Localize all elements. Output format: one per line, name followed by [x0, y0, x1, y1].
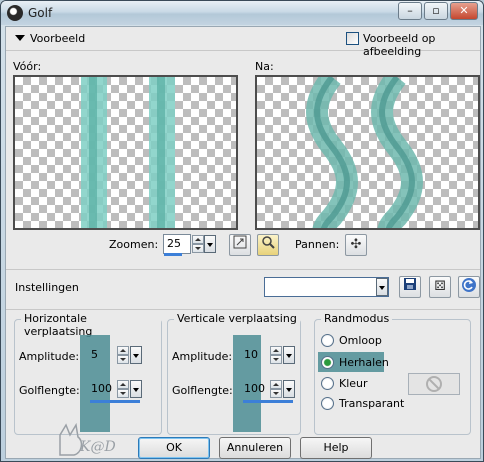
zoom-stepper[interactable] — [192, 235, 204, 253]
edge-mode-label-transparant[interactable]: Transparant — [339, 397, 404, 410]
after-waves — [306, 77, 423, 228]
divider — [6, 269, 480, 270]
edge-mode-label-kleur[interactable]: Kleur — [339, 377, 368, 390]
before-preview-canvas[interactable] — [13, 75, 238, 230]
help-button[interactable]: Help — [300, 437, 372, 459]
after-label: Na: — [255, 60, 274, 73]
logo-text: K@D — [80, 439, 116, 455]
dialog-body: Voorbeeld Voorbeeld op afbeelding Vóór: … — [5, 26, 481, 459]
edge-mode-title: Randmodus — [321, 312, 393, 325]
zoom-fit-button[interactable] — [229, 234, 251, 256]
zoom-dropdown-button[interactable] — [204, 235, 216, 253]
save-settings-button[interactable] — [399, 276, 421, 298]
vertical-wavelength-bar — [243, 400, 293, 403]
horizontal-amplitude-label: Amplitude: — [19, 350, 80, 363]
cancel-button[interactable]: Annuleren — [219, 437, 291, 459]
vertical-amplitude-dropdown[interactable] — [283, 346, 295, 364]
zoom-fit-icon — [233, 235, 247, 249]
horizontal-wavelength-bar — [90, 400, 140, 403]
title-bar[interactable]: Golf – ▫ ✕ — [1, 1, 483, 25]
stripe — [157, 77, 165, 228]
preview-on-image-checkbox[interactable] — [346, 32, 359, 45]
edge-mode-radio-herhalen[interactable] — [321, 356, 334, 369]
edge-mode-radio-omloop[interactable] — [321, 334, 334, 347]
horizontal-wavelength-input[interactable]: 100 — [87, 379, 115, 399]
pan-button[interactable]: ✣ — [345, 234, 367, 256]
zoom-value: 25 — [167, 237, 181, 250]
settings-dropdown-button[interactable] — [376, 278, 388, 296]
horizontal-wavelength-stepper[interactable] — [117, 380, 129, 398]
save-icon — [404, 278, 416, 290]
before-label: Vóór: — [13, 60, 42, 73]
horizontal-wavelength-value: 100 — [91, 382, 112, 395]
randomize-button[interactable]: ⚄ — [429, 276, 451, 298]
vertical-wavelength-input[interactable]: 100 — [240, 379, 268, 399]
stripe — [89, 77, 97, 228]
vertical-amplitude-stepper[interactable] — [270, 346, 282, 364]
vertical-amplitude-input[interactable]: 10 — [240, 345, 268, 365]
move-icon: ✣ — [350, 237, 362, 252]
vertical-wavelength-stepper[interactable] — [270, 380, 282, 398]
horizontal-amplitude-dropdown[interactable] — [130, 346, 142, 364]
vertical-amplitude-label: Amplitude: — [172, 350, 233, 363]
horizontal-wavelength-label: Golflengte: — [19, 384, 80, 397]
kad-logo: K@D — [56, 419, 126, 459]
edge-mode-radio-kleur[interactable] — [321, 377, 334, 390]
vertical-wavelength-dropdown[interactable] — [283, 380, 295, 398]
ok-button[interactable]: OK — [138, 437, 210, 459]
zoom-bar — [164, 253, 182, 256]
horizontal-amplitude-input[interactable]: 5 — [87, 345, 115, 365]
zoom-magnifier-button[interactable] — [257, 234, 279, 256]
pan-label: Pannen: — [295, 238, 340, 251]
zoom-input[interactable]: 25 — [163, 234, 191, 256]
settings-label: Instellingen — [15, 281, 79, 294]
after-preview-canvas[interactable] — [255, 75, 480, 230]
dialog-window: Golf – ▫ ✕ Voorbeeld Voorbeeld op afbeel… — [0, 0, 484, 462]
collapse-triangle-icon[interactable] — [15, 35, 25, 41]
zoom-label: Zoomen: — [109, 238, 159, 251]
horizontal-amplitude-value: 5 — [91, 348, 98, 361]
before-stripes — [81, 77, 175, 228]
vertical-amplitude-value: 10 — [244, 348, 258, 361]
preview-on-image-label[interactable]: Voorbeeld op afbeelding — [363, 32, 480, 58]
edge-mode-radio-transparant[interactable] — [321, 397, 334, 410]
preview-toggle-label[interactable]: Voorbeeld — [30, 32, 85, 45]
reset-button[interactable] — [458, 276, 480, 298]
no-color-icon — [426, 376, 442, 392]
edge-mode-label-omloop[interactable]: Omloop — [339, 334, 382, 347]
edge-mode-label-herhalen[interactable]: Herhalen — [339, 356, 389, 369]
horizontal-amplitude-stepper[interactable] — [117, 346, 129, 364]
divider — [6, 309, 480, 310]
settings-dropdown[interactable] — [264, 277, 389, 297]
vertical-wavelength-label: Golflengte: — [172, 384, 233, 397]
vertical-wavelength-value: 100 — [244, 382, 265, 395]
magnifier-icon — [262, 236, 275, 249]
vertical-group-title: Verticale verplaatsing — [174, 312, 300, 325]
maximize-button[interactable]: ▫ — [424, 2, 448, 20]
close-button[interactable]: ✕ — [450, 2, 478, 20]
app-icon — [7, 5, 23, 21]
reset-icon — [462, 278, 476, 292]
horizontal-wavelength-dropdown[interactable] — [130, 380, 142, 398]
dice-icon: ⚄ — [434, 279, 446, 294]
color-swatch-button[interactable] — [408, 373, 460, 395]
minimize-button[interactable]: – — [398, 2, 422, 20]
window-title: Golf — [28, 6, 53, 20]
preview-header: Voorbeeld Voorbeeld op afbeelding — [6, 27, 480, 58]
